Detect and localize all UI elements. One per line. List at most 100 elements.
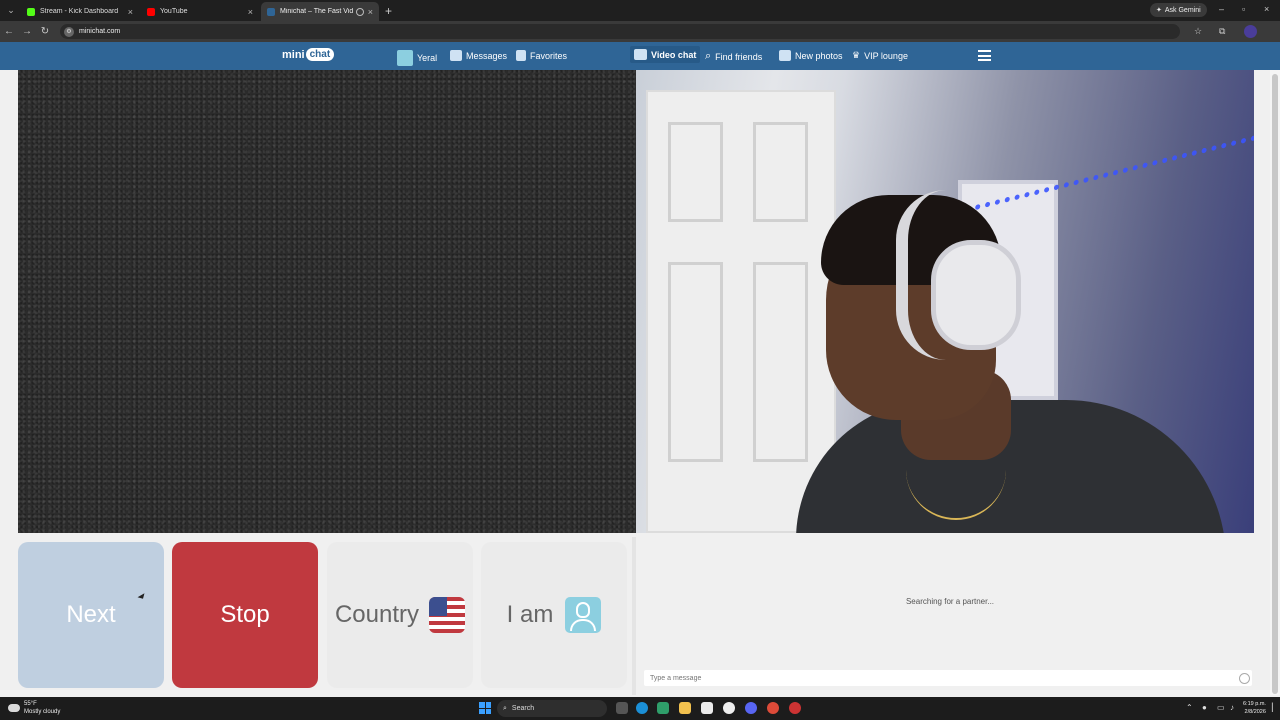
searching-status: Searching for a partner... (905, 597, 995, 606)
person-shirt (796, 400, 1226, 533)
search-icon: ⌕ (503, 704, 507, 712)
bookmark-star-icon[interactable]: ☆ (1194, 26, 1202, 37)
window-close-icon[interactable]: × (1264, 4, 1269, 14)
tab-title: YouTube (160, 8, 188, 15)
nav-find-friends[interactable]: ⌕ Find friends (705, 50, 762, 63)
site-header: mini chat Yeral Messages Favorites Video… (0, 42, 1280, 70)
obs-icon[interactable] (723, 702, 735, 714)
restore-icon[interactable]: ▫ (1242, 4, 1245, 14)
logo-text-mini: mini (282, 48, 305, 61)
tab-title: Minichat – The Fast Video C (280, 8, 353, 15)
divider (632, 537, 636, 695)
back-icon[interactable]: ← (0, 26, 18, 37)
network-icon[interactable]: ▭ (1217, 703, 1225, 712)
new-tab-button[interactable]: + (385, 4, 392, 18)
next-button[interactable]: Next (18, 542, 164, 688)
male-avatar-icon (565, 597, 602, 633)
photos-icon (779, 50, 791, 61)
extensions-icon[interactable]: ⧉ (1219, 26, 1225, 37)
taskbar-search[interactable]: ⌕ Search (497, 700, 607, 717)
nav-vip-lounge[interactable]: ♛ VIP lounge (852, 50, 908, 61)
led-light-strip (926, 70, 1254, 223)
nav-new-photos-label: New photos (795, 50, 843, 61)
nav-find-friends-label: Find friends (715, 51, 763, 62)
next-label: Next (66, 601, 116, 628)
windows-taskbar: 55°F Mostly cloudy ⌕ Search ⌃ ● ▭ ♪ 6:19… (0, 697, 1280, 720)
edge-icon[interactable] (636, 702, 648, 714)
audio-icon[interactable] (355, 7, 364, 16)
url-text: minichat.com (79, 28, 121, 35)
kick-favicon-icon (27, 7, 35, 16)
close-icon[interactable]: × (128, 7, 133, 17)
address-bar[interactable]: ⚙ minichat.com (60, 24, 1180, 39)
forward-icon[interactable]: → (18, 26, 36, 37)
country-label: Country (334, 601, 420, 628)
chrome-icon[interactable] (767, 702, 779, 714)
gold-chain (906, 400, 1006, 520)
nav-profile[interactable]: Yeral (397, 50, 437, 66)
task-view-icon[interactable] (616, 702, 628, 714)
headphone-earcup (931, 240, 1021, 350)
nav-video-chat[interactable]: Video chat (630, 46, 701, 63)
nav-new-photos[interactable]: New photos (779, 50, 843, 61)
site-info-icon[interactable]: ⚙ (64, 26, 74, 37)
nav-video-chat-label: Video chat (651, 49, 697, 60)
tab-minichat[interactable]: Minichat – The Fast Video C × (261, 2, 379, 21)
discord-icon[interactable] (745, 702, 757, 714)
windows-start-icon[interactable] (479, 702, 491, 714)
page-scrollbar[interactable] (1270, 70, 1280, 695)
copilot-icon[interactable] (657, 702, 669, 714)
stop-button[interactable]: Stop (172, 542, 318, 688)
nav-favorites-label: Favorites (530, 50, 568, 61)
reload-icon[interactable]: ↻ (36, 26, 54, 37)
ask-gemini-button[interactable]: ✦ Ask Gemini (1150, 3, 1207, 17)
nav-profile-label: Yeral (417, 53, 438, 63)
stop-label: Stop (220, 601, 270, 628)
message-input[interactable] (644, 670, 1252, 686)
weather-desc: Mostly cloudy (24, 709, 61, 715)
notification-icon[interactable]: ▏ (1272, 703, 1278, 712)
nav-favorites[interactable]: Favorites (516, 50, 567, 61)
hamburger-menu-icon[interactable] (978, 50, 991, 61)
gemini-icon: ✦ (1156, 7, 1162, 14)
youtube-favicon-icon (147, 7, 155, 16)
minimize-icon[interactable]: – (1219, 4, 1224, 14)
weather-temp: 55°F (24, 701, 37, 707)
gender-button[interactable]: I am (481, 542, 627, 688)
us-flag-icon (429, 597, 466, 633)
tab-youtube[interactable]: YouTube × (141, 2, 259, 21)
country-button[interactable]: Country (327, 542, 473, 688)
user-avatar-icon (397, 50, 413, 66)
chat-bubble-icon (634, 49, 647, 60)
close-icon[interactable]: × (248, 7, 253, 17)
bookmark-icon (516, 50, 526, 61)
scrollbar-thumb[interactable] (1272, 74, 1278, 694)
profile-avatar[interactable] (1244, 25, 1257, 38)
tray-overflow-icon[interactable]: ⌃ (1186, 703, 1193, 712)
browser-toolbar: ← → ↻ ⚙ minichat.com ☆ ⧉ (0, 21, 1280, 42)
taskbar-clock[interactable]: 6:19 p.m. 2/8/2026 (1243, 700, 1266, 716)
volume-icon[interactable]: ♪ (1230, 703, 1234, 712)
background-door (646, 90, 836, 533)
taskbar-search-label: Search (511, 705, 535, 712)
close-icon[interactable]: × (368, 7, 373, 17)
app-icon[interactable] (789, 702, 801, 714)
logo-text-chat: chat (305, 48, 335, 61)
minichat-logo[interactable]: mini chat (282, 48, 335, 61)
chat-panel: Searching for a partner... (638, 537, 1262, 695)
envelope-icon (450, 50, 462, 61)
emoji-icon[interactable] (1239, 673, 1250, 684)
nav-messages[interactable]: Messages (450, 50, 507, 61)
ask-gemini-label: Ask Gemini (1164, 6, 1201, 14)
file-explorer-icon[interactable] (679, 702, 691, 714)
clock-time: 6:19 p.m. (1243, 701, 1266, 707)
tab-kick-dashboard[interactable]: Stream - Kick Dashboard × (21, 2, 139, 21)
store-icon[interactable] (701, 702, 713, 714)
weather-widget[interactable]: 55°F Mostly cloudy (8, 700, 60, 716)
crown-icon: ♛ (852, 50, 861, 60)
minichat-favicon-icon (267, 7, 275, 16)
browser-tab-strip: ⌄ Stream - Kick Dashboard × YouTube × Mi… (0, 0, 1280, 21)
partner-video-static (18, 70, 636, 533)
microphone-icon[interactable]: ● (1202, 703, 1207, 712)
tab-search-button[interactable]: ⌄ (3, 3, 19, 19)
